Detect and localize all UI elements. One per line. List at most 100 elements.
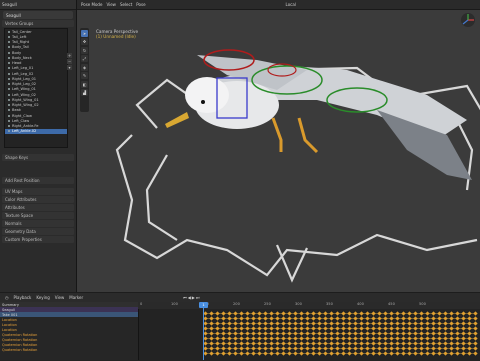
keyframe[interactable]: [209, 316, 214, 321]
vertex-group-list[interactable]: Tail_Center Tail_Left Tail_Right Body_Tail B…: [4, 28, 68, 148]
keyframe[interactable]: [311, 346, 316, 351]
keyframe[interactable]: [347, 321, 352, 326]
keyframe[interactable]: [329, 326, 334, 331]
keyframe[interactable]: [353, 326, 358, 331]
keyframe[interactable]: [341, 326, 346, 331]
keyframe[interactable]: [335, 311, 340, 316]
keyframe[interactable]: [299, 331, 304, 336]
keyframe[interactable]: [449, 321, 454, 326]
keyframe[interactable]: [377, 336, 382, 341]
keyframe[interactable]: [407, 326, 412, 331]
keyframe[interactable]: [449, 316, 454, 321]
keyframe[interactable]: [227, 351, 232, 356]
keyframe[interactable]: [269, 351, 274, 356]
keyframe[interactable]: [311, 351, 316, 356]
keyframe[interactable]: [299, 341, 304, 346]
keyframe[interactable]: [323, 346, 328, 351]
keyframe[interactable]: [383, 346, 388, 351]
keyframe[interactable]: [203, 336, 208, 341]
keyframe[interactable]: [287, 341, 292, 346]
keyframe[interactable]: [359, 326, 364, 331]
keyframe[interactable]: [251, 336, 256, 341]
keyframe[interactable]: [455, 336, 460, 341]
keyframe[interactable]: [377, 351, 382, 356]
keyframe[interactable]: [311, 321, 316, 326]
keyframe[interactable]: [251, 346, 256, 351]
keyframe[interactable]: [401, 326, 406, 331]
keyframe[interactable]: [221, 311, 226, 316]
keyframe[interactable]: [395, 341, 400, 346]
keyframe[interactable]: [371, 331, 376, 336]
keyframe[interactable]: [395, 346, 400, 351]
keyframe[interactable]: [455, 316, 460, 321]
keyframe[interactable]: [449, 351, 454, 356]
keyframe[interactable]: [311, 336, 316, 341]
keyframe[interactable]: [371, 336, 376, 341]
keyframe[interactable]: [401, 311, 406, 316]
keyframe[interactable]: [455, 341, 460, 346]
keyframe[interactable]: [347, 316, 352, 321]
keyframe[interactable]: [203, 341, 208, 346]
keyframe[interactable]: [473, 341, 478, 346]
keyframe[interactable]: [359, 341, 364, 346]
keyframe[interactable]: [473, 311, 478, 316]
property-section[interactable]: Custom Properties: [2, 236, 74, 243]
keyframe[interactable]: [281, 331, 286, 336]
keyframe[interactable]: [233, 336, 238, 341]
keyframe[interactable]: [353, 311, 358, 316]
keyframe[interactable]: [305, 351, 310, 356]
keyframe[interactable]: [275, 311, 280, 316]
menu-playback[interactable]: Playback: [14, 295, 32, 300]
keyframe[interactable]: [263, 316, 268, 321]
keyframe[interactable]: [371, 321, 376, 326]
keyframe[interactable]: [305, 311, 310, 316]
keyframe[interactable]: [389, 341, 394, 346]
keyframe[interactable]: [233, 341, 238, 346]
keyframe[interactable]: [347, 311, 352, 316]
keyframe[interactable]: [461, 311, 466, 316]
keyframe[interactable]: [359, 311, 364, 316]
keyframe[interactable]: [425, 351, 430, 356]
keyframe[interactable]: [329, 341, 334, 346]
keyframe[interactable]: [299, 311, 304, 316]
keyframe[interactable]: [329, 321, 334, 326]
navigation-gizmo[interactable]: [460, 12, 476, 32]
keyframe[interactable]: [239, 331, 244, 336]
keyframe[interactable]: [215, 326, 220, 331]
keyframe[interactable]: [305, 336, 310, 341]
keyframe[interactable]: [377, 341, 382, 346]
keyframe[interactable]: [467, 331, 472, 336]
keyframe[interactable]: [335, 316, 340, 321]
keyframe[interactable]: [263, 336, 268, 341]
keyframe[interactable]: [215, 346, 220, 351]
keyframe[interactable]: [269, 321, 274, 326]
keyframe[interactable]: [233, 316, 238, 321]
keyframe[interactable]: [281, 326, 286, 331]
keyframe[interactable]: [287, 326, 292, 331]
keyframe[interactable]: [467, 321, 472, 326]
keyframe[interactable]: [299, 316, 304, 321]
keyframe[interactable]: [371, 316, 376, 321]
keyframe[interactable]: [329, 351, 334, 356]
keyframe[interactable]: [389, 346, 394, 351]
keyframe[interactable]: [419, 321, 424, 326]
move-icon[interactable]: ✥: [81, 38, 88, 45]
keyframe[interactable]: [209, 341, 214, 346]
keyframe[interactable]: [359, 346, 364, 351]
keyframe[interactable]: [275, 346, 280, 351]
keyframe[interactable]: [323, 341, 328, 346]
keyframe[interactable]: [227, 336, 232, 341]
keyframe[interactable]: [341, 336, 346, 341]
keyframe[interactable]: [431, 321, 436, 326]
keyframe[interactable]: [431, 336, 436, 341]
relax-icon[interactable]: ▟: [81, 89, 88, 96]
keyframe[interactable]: [389, 336, 394, 341]
keyframe[interactable]: [227, 341, 232, 346]
keyframe[interactable]: [389, 351, 394, 356]
keyframe[interactable]: [215, 351, 220, 356]
keyframe[interactable]: [425, 331, 430, 336]
keyframe[interactable]: [407, 321, 412, 326]
annotate-icon[interactable]: ✎: [81, 72, 88, 79]
keyframe[interactable]: [371, 341, 376, 346]
keyframe[interactable]: [209, 331, 214, 336]
